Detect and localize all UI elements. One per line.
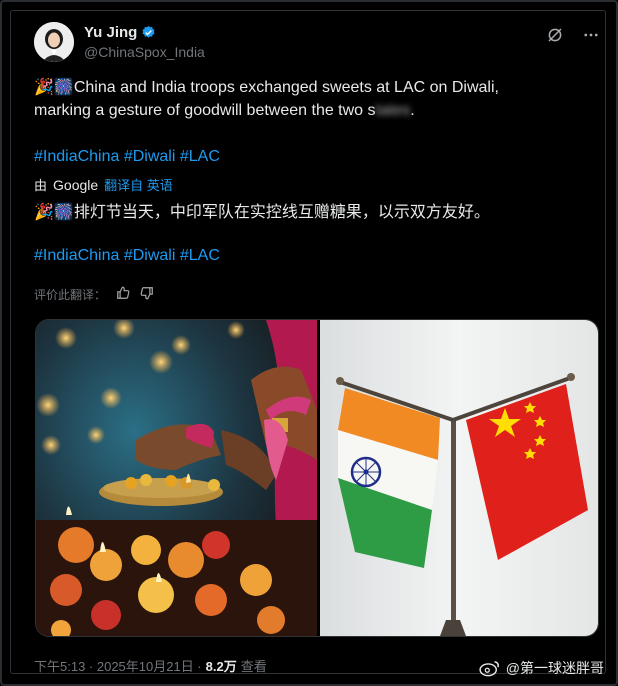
translated-text: 🎉🎆排灯节当天，中印军队在实控线互赠糖果，以示双方友好。 — [34, 201, 594, 224]
google-label: Google — [53, 176, 99, 193]
by-label: 由 — [34, 178, 48, 193]
translated-from-link[interactable]: 翻译自 英语 — [104, 175, 173, 194]
more-icon[interactable] — [582, 26, 600, 49]
views-count: 8.2万 — [205, 659, 237, 674]
diwali-lamps-image[interactable] — [36, 320, 317, 637]
watermark-text: @第一球迷胖哥 — [505, 660, 604, 676]
author-name[interactable]: Yu Jing — [84, 24, 137, 41]
flags-image[interactable] — [320, 320, 599, 637]
tweet-line-1: China and India troops exchanged sweets … — [73, 79, 499, 96]
translated-hashtags[interactable]: #IndiaChina #Diwali #LAC — [34, 247, 220, 265]
translation-attribution: 由 Google 翻译自 英语 — [34, 175, 173, 194]
weibo-logo-icon — [479, 660, 499, 677]
hashtags[interactable]: #IndiaChina #Diwali #LAC — [34, 148, 220, 166]
tweet-line-2: marking a gesture of goodwill between th… — [34, 102, 376, 119]
verified-badge-icon — [142, 25, 155, 38]
rate-label: 评价此翻译： — [34, 288, 107, 302]
media-grid[interactable] — [35, 319, 599, 637]
timestamp[interactable]: 下午5:13 · 2025年10月21日 · — [34, 656, 202, 675]
tweet-header: Yu Jing @ChinaSpox_India — [34, 20, 604, 64]
rate-translation: 评价此翻译： — [34, 286, 154, 303]
views-label: 查看 — [240, 659, 267, 674]
tweet-meta: 下午5:13 · 2025年10月21日 · 8.2万 查看 — [34, 656, 267, 675]
person-avatar-icon — [34, 22, 74, 62]
india-flag — [338, 388, 440, 568]
party-emoji-zh: 🎉🎆 — [34, 204, 74, 221]
translated-body: 排灯节当天，中印军队在实控线互赠糖果，以示双方友好。 — [73, 204, 490, 221]
author-handle[interactable]: @ChinaSpox_India — [84, 44, 205, 60]
avatar[interactable] — [34, 22, 74, 62]
party-emoji: 🎉🎆 — [34, 79, 74, 96]
blurred-text: tates — [375, 102, 411, 119]
tweet-text: 🎉🎆China and India troops exchanged sweet… — [34, 79, 499, 119]
thumbs-down-icon[interactable] — [140, 286, 154, 303]
grok-icon[interactable] — [546, 26, 564, 49]
weibo-watermark: @第一球迷胖哥 — [479, 658, 604, 678]
thumbs-up-icon[interactable] — [116, 286, 130, 303]
